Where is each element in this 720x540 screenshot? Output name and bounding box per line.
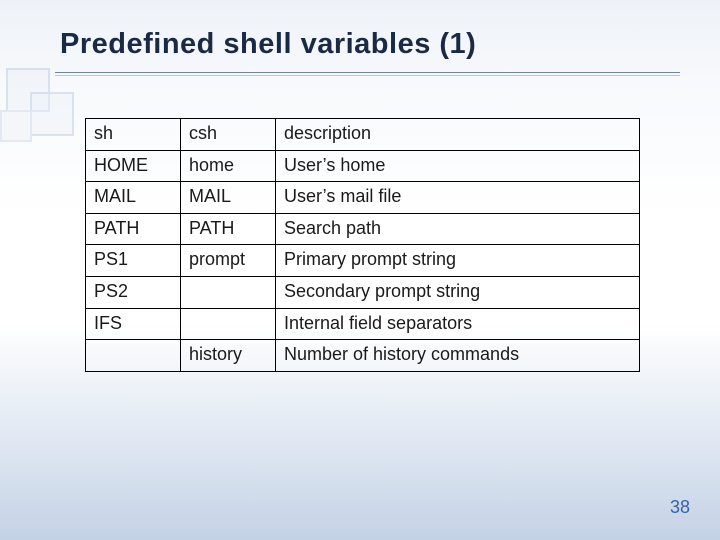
cell-sh: IFS bbox=[86, 308, 181, 340]
cell-desc: Search path bbox=[276, 213, 640, 245]
table-row: history Number of history commands bbox=[86, 340, 640, 372]
cell-sh: PS1 bbox=[86, 245, 181, 277]
cell-csh: history bbox=[181, 340, 276, 372]
cell-csh bbox=[181, 276, 276, 308]
cell-sh: HOME bbox=[86, 150, 181, 182]
table-row: PS1 prompt Primary prompt string bbox=[86, 245, 640, 277]
cell-desc: Internal field separators bbox=[276, 308, 640, 340]
title-underline bbox=[0, 72, 720, 78]
cell-sh: PS2 bbox=[86, 276, 181, 308]
table-row: PS2 Secondary prompt string bbox=[86, 276, 640, 308]
header-csh: csh bbox=[181, 119, 276, 151]
cell-csh: home bbox=[181, 150, 276, 182]
table-row: IFS Internal field separators bbox=[86, 308, 640, 340]
cell-desc: Secondary prompt string bbox=[276, 276, 640, 308]
cell-desc: Number of history commands bbox=[276, 340, 640, 372]
cell-sh: MAIL bbox=[86, 182, 181, 214]
cell-csh: PATH bbox=[181, 213, 276, 245]
cell-desc: User’s mail file bbox=[276, 182, 640, 214]
table-row: HOME home User’s home bbox=[86, 150, 640, 182]
slide-title: Predefined shell variables (1) bbox=[60, 28, 476, 61]
slide: Predefined shell variables (1) sh csh de… bbox=[0, 0, 720, 540]
cell-desc: User’s home bbox=[276, 150, 640, 182]
table-row: PATH PATH Search path bbox=[86, 213, 640, 245]
variables-table: sh csh description HOME home User’s home… bbox=[85, 118, 640, 372]
cell-csh: MAIL bbox=[181, 182, 276, 214]
cell-sh bbox=[86, 340, 181, 372]
table-row: MAIL MAIL User’s mail file bbox=[86, 182, 640, 214]
cell-csh: prompt bbox=[181, 245, 276, 277]
header-desc: description bbox=[276, 119, 640, 151]
cell-desc: Primary prompt string bbox=[276, 245, 640, 277]
cell-csh bbox=[181, 308, 276, 340]
page-number: 38 bbox=[670, 497, 690, 518]
cell-sh: PATH bbox=[86, 213, 181, 245]
header-sh: sh bbox=[86, 119, 181, 151]
table-header-row: sh csh description bbox=[86, 119, 640, 151]
